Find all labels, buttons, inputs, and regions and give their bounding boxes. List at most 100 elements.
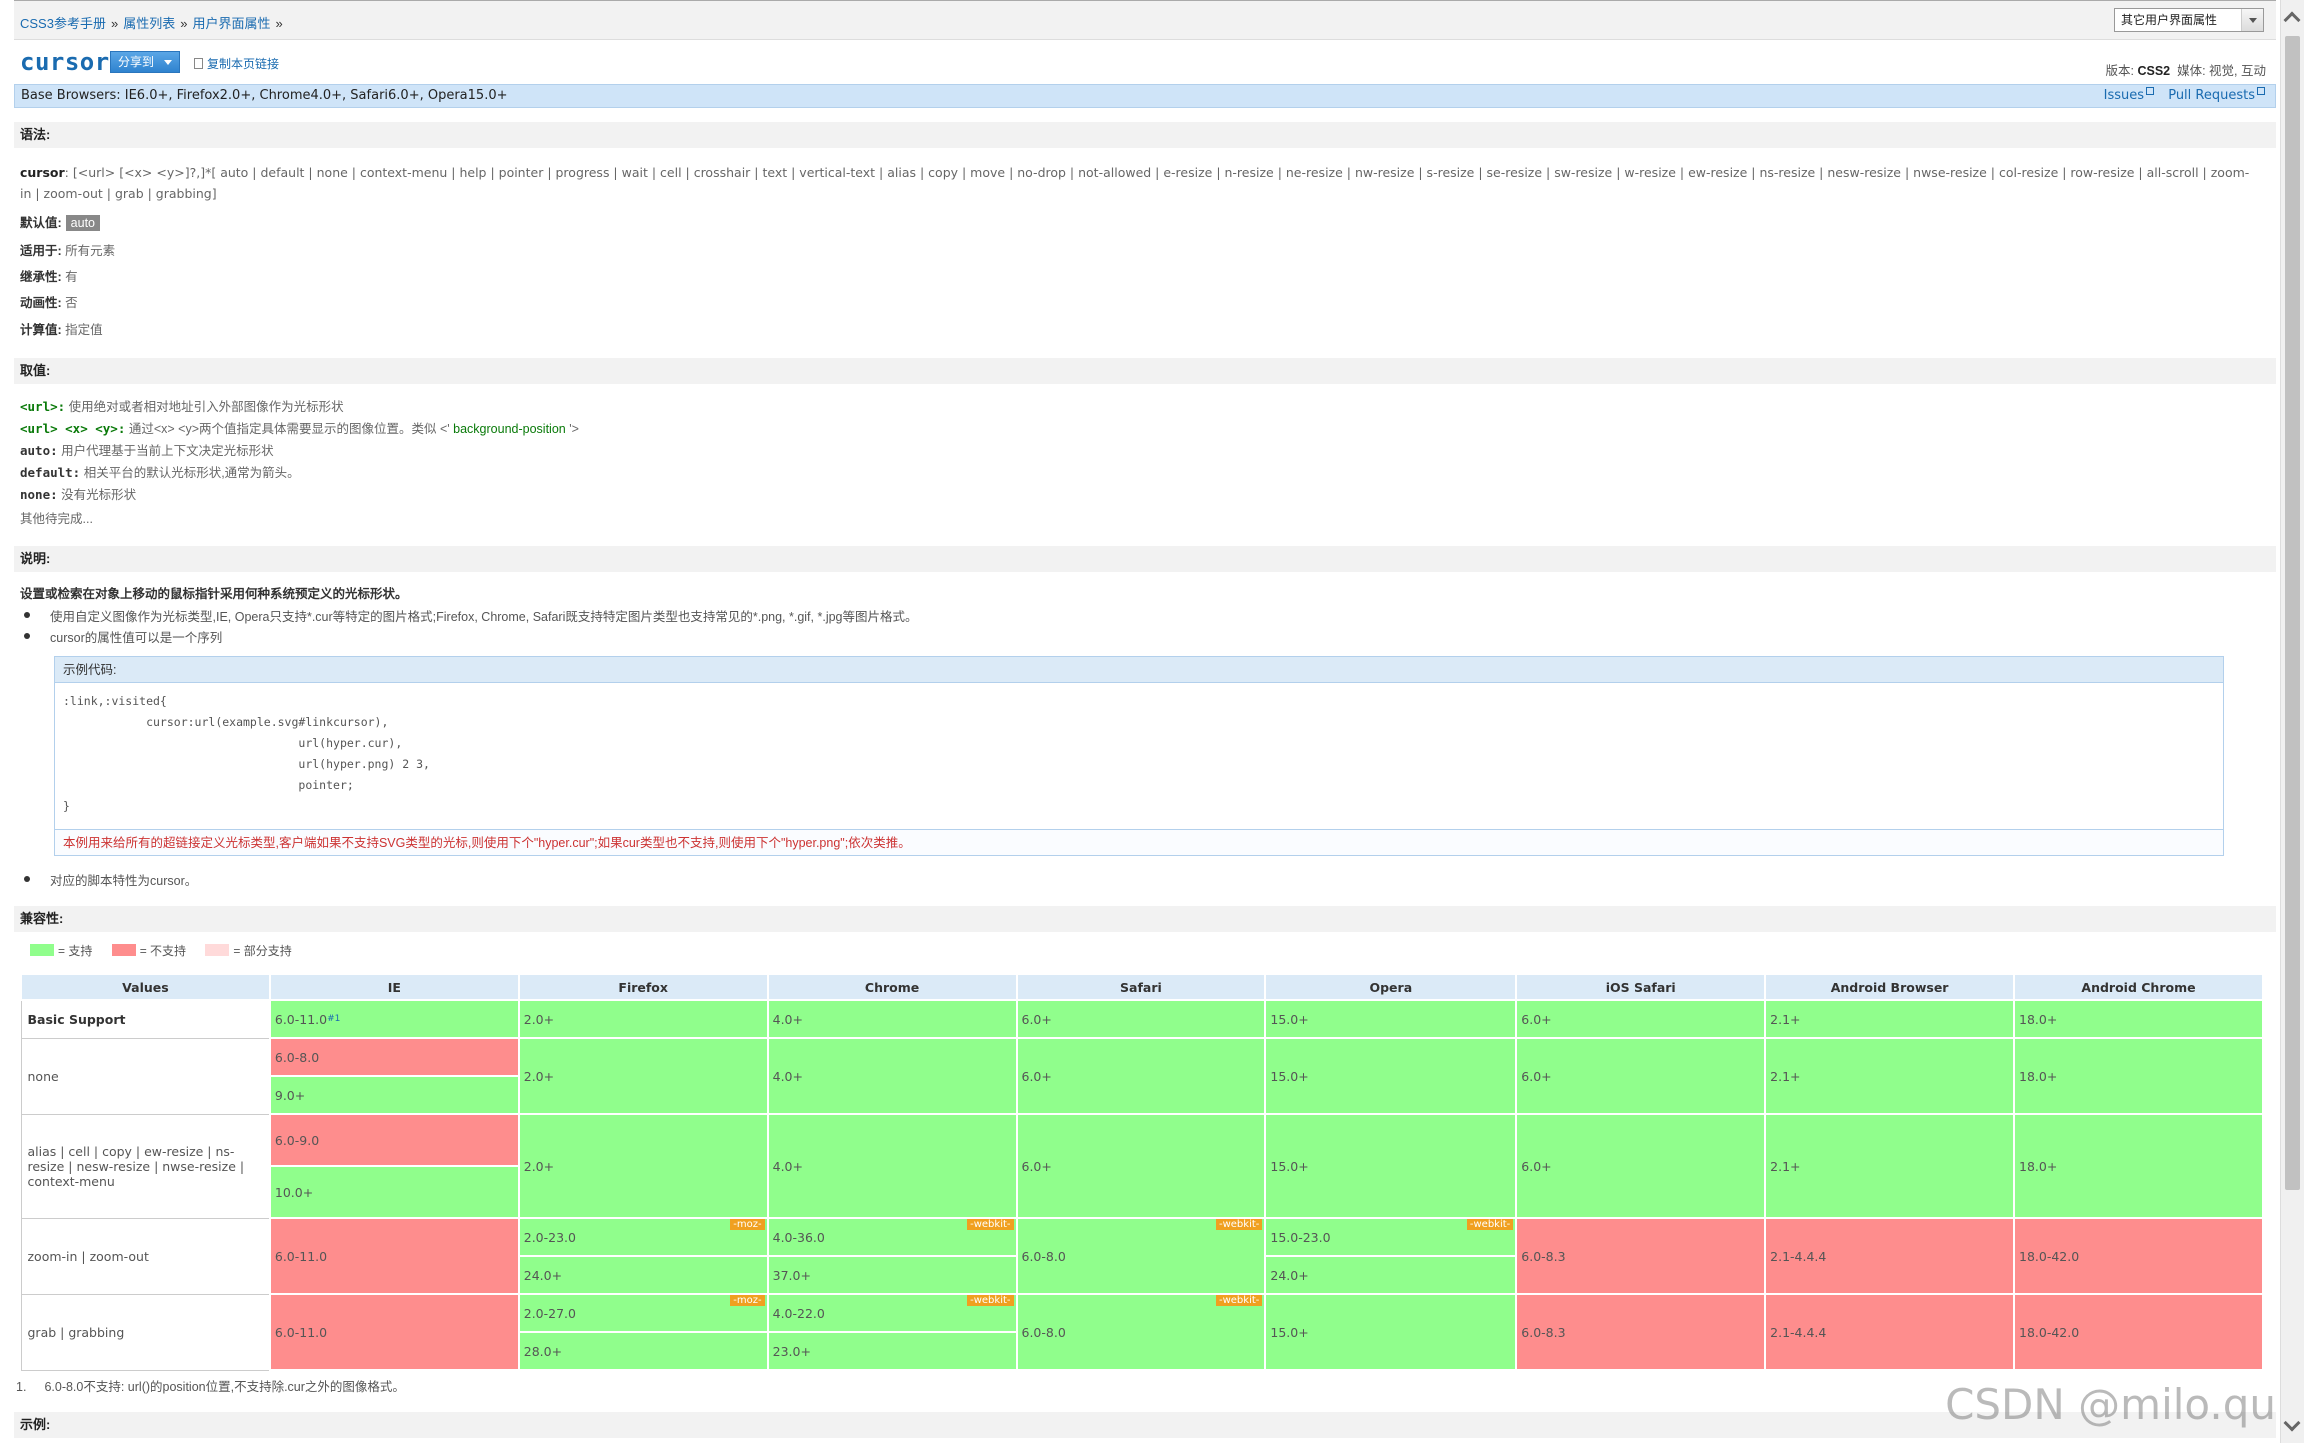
syntax-text: : [<url> [<x> <y>]?,]*[ auto | default |… [20, 165, 2250, 201]
prop-label: 动画性: [20, 296, 62, 310]
compat-cell: 2.1+ [1764, 1037, 2016, 1115]
compat-support-range: 6.0+ [1517, 1039, 1765, 1113]
compat-cell: 18.0+ [2013, 999, 2264, 1039]
compat-cell: 2.0+ [517, 999, 769, 1039]
footnote-ref-link[interactable]: #1 [327, 1014, 340, 1024]
code-example-body: :link,:visited{ cursor:url(example.svg#l… [63, 694, 430, 813]
compat-row: alias | cell | copy | ew-resize | ns-res… [20, 1113, 2264, 1219]
legend-swatch [111, 944, 136, 956]
compat-cell: 15.0+ [1264, 999, 1518, 1039]
base-browsers-text: Base Browsers: IE6.0+, Firefox2.0+, Chro… [21, 88, 508, 103]
compat-version-text: 15.0-23.0 [1270, 1229, 1331, 1245]
external-link-icon [2257, 87, 2265, 95]
compat-version-text: 2.1-4.4.4 [1770, 1248, 1827, 1264]
footnote-text: 6.0-8.0不支持: url()的position位置,不支持除.cur之外的… [44, 1380, 405, 1394]
compat-support-range: 2.1+ [1766, 1115, 2014, 1217]
legend-label: = 不支持 [139, 944, 187, 958]
prop-label: 继承性: [20, 270, 62, 284]
compat-support-range: 9.0+ [270, 1077, 518, 1113]
scroll-up-icon[interactable] [2283, 11, 2301, 29]
prop-label: 适用于: [20, 244, 62, 258]
section-syntax-heading: 语法: [14, 122, 2276, 148]
compat-value-label-text: Basic Support [27, 1011, 126, 1027]
compat-cell: 2.0-27.0 -moz- 28.0+ [517, 1293, 769, 1371]
compat-cell: 6.0-11.0 [268, 1217, 520, 1295]
compat-cell: 6.0+ [1015, 1037, 1267, 1115]
compat-value-label-text: zoom-in | zoom-out [27, 1248, 149, 1264]
compat-cell: 6.0-11.0 #1 [268, 999, 520, 1039]
compat-version-text: 6.0-8.0 [274, 1049, 320, 1065]
legend-swatch [205, 944, 230, 956]
compat-support-range: 23.0+ [768, 1333, 1016, 1369]
compat-version-text: 2.0-23.0 [523, 1229, 576, 1245]
compat-value-label: alias | cell | copy | ew-resize | ns-res… [20, 1113, 271, 1219]
compat-version-text: 18.0+ [2019, 1158, 2058, 1174]
compat-support-range: 18.0+ [2015, 1039, 2262, 1113]
compat-header-cell: IE [268, 973, 520, 1001]
code-example-note: 本例用来给所有的超链接定义光标类型,客户端如果不支持SVG类型的光标,则使用下个… [55, 829, 2223, 855]
compat-support-range: 6.0-8.3 [1517, 1219, 1765, 1293]
computed-row: 计算值: 指定值 [20, 319, 103, 338]
compat-cell: 6.0-11.0 [268, 1293, 520, 1371]
compat-cell: 2.1-4.4.4 [1764, 1217, 2016, 1295]
breadcrumb-link-home[interactable]: CSS3参考手册 [20, 16, 106, 31]
vendor-prefix-badge: -webkit- [967, 1295, 1014, 1306]
value-text: 用户代理基于当前上下文决定光标形状 [61, 444, 274, 458]
background-position-link[interactable]: background-position [453, 422, 566, 436]
compat-value-label: grab | grabbing [20, 1293, 271, 1371]
compat-support-range: 6.0+ [1017, 1115, 1265, 1217]
breadcrumb-bar: CSS3参考手册 » 属性列表 » 用户界面属性 » 其它用户界面属性 [14, 0, 2276, 40]
document-icon [194, 58, 203, 69]
value-item: <url>: 使用绝对或者相对地址引入外部图像作为光标形状 [20, 396, 579, 418]
compat-legend: = 支持 = 不支持 = 部分支持 [30, 942, 308, 959]
pull-requests-link[interactable]: Pull Requests [2168, 87, 2265, 103]
pull-requests-label: Pull Requests [2168, 88, 2255, 103]
compat-support-range: 4.0-36.0 -webkit- [768, 1219, 1016, 1257]
copy-link-label: 复制本页链接 [207, 57, 280, 71]
desc-bullet: 对应的脚本特性为cursor。 [24, 870, 197, 889]
compat-version-text: 2.1+ [1770, 1068, 1801, 1084]
compat-version-text: 6.0+ [1021, 1011, 1052, 1027]
share-button[interactable]: 分享到 [110, 51, 180, 73]
value-item: <url> <x> <y>: 通过<x> <y>两个值指定具体需要显示的图像位置… [20, 418, 579, 440]
compat-support-range: 6.0-11.0 [270, 1219, 518, 1293]
issues-link[interactable]: Issues [2104, 87, 2155, 103]
compat-support-range: 6.0-8.3 [1517, 1295, 1765, 1369]
compat-cell: 6.0+ [1015, 1113, 1267, 1219]
compat-support-range: 2.1-4.4.4 [1766, 1219, 2014, 1293]
compat-support-range: 15.0+ [1266, 1001, 1516, 1037]
compat-value-label-text: alias | cell | copy | ew-resize | ns-res… [27, 1143, 245, 1189]
compat-cell: 2.1+ [1764, 999, 2016, 1039]
value-text: '> [565, 422, 579, 436]
scrollbar-thumb[interactable] [2285, 36, 2300, 1190]
vertical-scrollbar[interactable] [2280, 0, 2304, 1443]
compat-version-text: 2.1+ [1770, 1158, 1801, 1174]
repo-links: Issues Pull Requests [2094, 85, 2265, 107]
compat-cell: 15.0+ [1264, 1113, 1518, 1219]
version-info: 版本: CSS2 媒体: 视觉, 互动 [2106, 60, 2266, 79]
compat-support-range: 2.0+ [519, 1115, 767, 1217]
compat-cell: 18.0-42.0 [2013, 1293, 2264, 1371]
chevron-down-icon[interactable] [2241, 9, 2263, 31]
breadcrumb: CSS3参考手册 » 属性列表 » 用户界面属性 » [20, 13, 288, 32]
breadcrumb-link-props[interactable]: 属性列表 [123, 16, 175, 31]
compat-support-range: 28.0+ [519, 1333, 767, 1369]
page: CSS3参考手册 » 属性列表 » 用户界面属性 » 其它用户界面属性 cursor 分享… [14, 0, 2276, 1443]
scroll-down-icon[interactable] [2283, 1414, 2301, 1432]
compat-support-range: 2.0+ [519, 1001, 767, 1037]
vendor-prefix-badge: -webkit- [1466, 1219, 1514, 1230]
compat-version-text: 2.0+ [523, 1158, 555, 1174]
compat-version-text: 24.0+ [523, 1267, 563, 1283]
compat-support-range: 4.0+ [768, 1001, 1016, 1037]
copy-link-button[interactable]: 复制本页链接 [194, 55, 279, 72]
related-props-select[interactable]: 其它用户界面属性 [2114, 8, 2264, 32]
compat-version-text: 37.0+ [772, 1267, 811, 1283]
compat-version-text: 2.1-4.4.4 [1770, 1324, 1827, 1340]
animation-row: 动画性: 否 [20, 292, 78, 311]
compat-version-text: 23.0+ [772, 1343, 811, 1359]
compat-header-cell: Opera [1264, 973, 1518, 1001]
compat-support-range: 6.0-11.0 [270, 1295, 518, 1369]
breadcrumb-link-ui[interactable]: 用户界面属性 [192, 16, 270, 31]
compat-value-label: zoom-in | zoom-out [20, 1217, 271, 1295]
compat-version-text: 4.0+ [772, 1068, 803, 1084]
